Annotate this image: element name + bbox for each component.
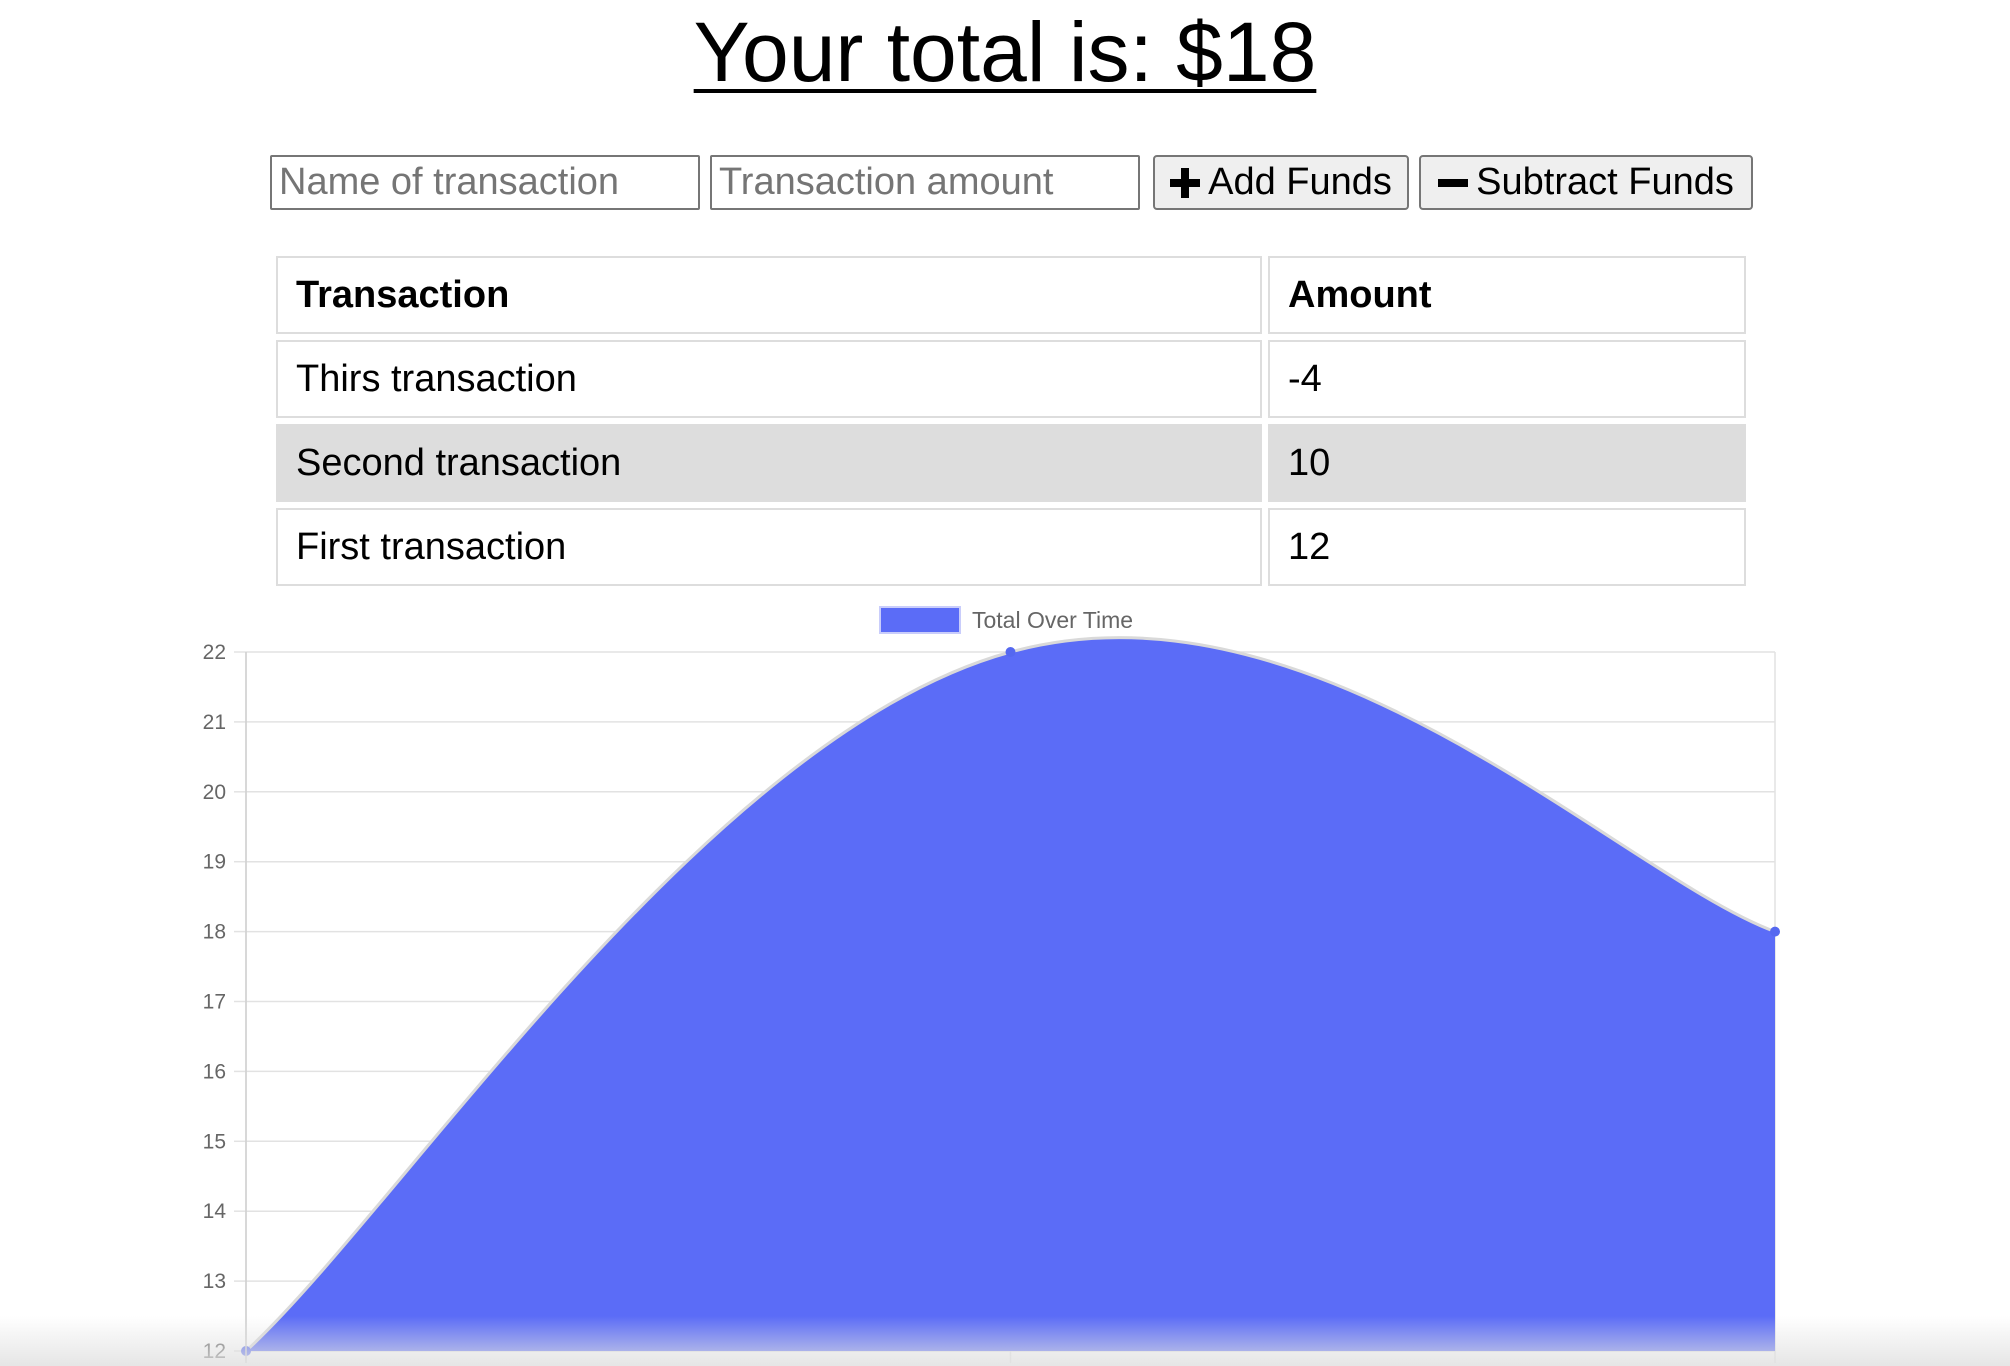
y-tick-label: 21 xyxy=(203,711,226,734)
transaction-amount-input[interactable] xyxy=(710,155,1140,210)
table-row: Thirs transaction -4 xyxy=(276,340,1746,418)
transaction-name-cell: First transaction xyxy=(276,508,1262,586)
y-tick-label: 18 xyxy=(203,921,226,944)
series-area xyxy=(246,637,1775,1351)
transactions-table: Transaction Amount Thirs transaction -4 … xyxy=(270,250,1752,592)
add-funds-label: Add Funds xyxy=(1208,161,1392,203)
total-heading: Your total is: $18 xyxy=(693,5,1317,99)
transaction-amount-cell: -4 xyxy=(1268,340,1746,418)
data-point xyxy=(1005,647,1016,657)
header-amount: Amount xyxy=(1268,256,1746,334)
y-tick-label: 22 xyxy=(203,641,226,664)
chart-canvas: 12 13 14 15 16 17 18 19 20 21 22 Total Over Time xyxy=(203,606,1780,1363)
total-over-time-chart: 12 13 14 15 16 17 18 19 20 21 22 Total Over Time xyxy=(0,595,2010,1366)
y-tick-label: 16 xyxy=(203,1060,226,1083)
y-tick-label: 17 xyxy=(203,991,226,1014)
transaction-amount-cell: 10 xyxy=(1268,424,1746,502)
transaction-name-cell: Second transaction xyxy=(276,424,1262,502)
budget-page: Your total is: $18 Add Funds Subtract Fu… xyxy=(0,0,2010,1366)
y-tick-label: 14 xyxy=(203,1200,227,1223)
transaction-name-input[interactable] xyxy=(270,155,700,210)
subtract-funds-label: Subtract Funds xyxy=(1476,161,1734,203)
y-tick-label: 12 xyxy=(203,1340,226,1363)
minus-icon xyxy=(1438,168,1469,198)
table-row: First transaction 12 xyxy=(276,508,1746,586)
table-row: Second transaction 10 xyxy=(276,424,1746,502)
y-tick-label: 13 xyxy=(203,1270,226,1293)
plus-icon xyxy=(1170,167,1201,198)
add-funds-button[interactable]: Add Funds xyxy=(1153,155,1409,210)
legend-label: Total Over Time xyxy=(972,607,1133,633)
legend-swatch xyxy=(879,606,961,634)
subtract-funds-button[interactable]: Subtract Funds xyxy=(1419,155,1753,210)
y-tick-label: 20 xyxy=(203,781,226,804)
y-tick-label: 19 xyxy=(203,851,226,874)
transaction-name-cell: Thirs transaction xyxy=(276,340,1262,418)
header-transaction: Transaction xyxy=(276,256,1262,334)
data-point xyxy=(1770,926,1780,937)
table-header-row: Transaction Amount xyxy=(276,256,1746,334)
y-tick-label: 15 xyxy=(203,1130,226,1153)
transaction-amount-cell: 12 xyxy=(1268,508,1746,586)
